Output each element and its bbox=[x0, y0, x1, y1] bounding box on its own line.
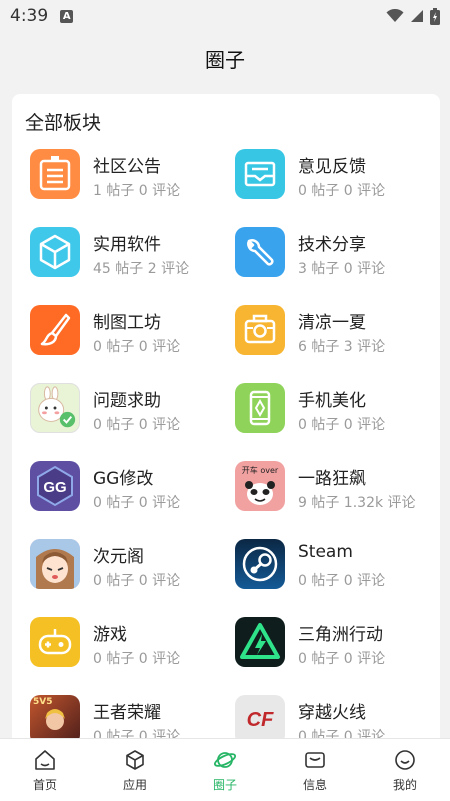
honor-of-kings-badge: 5V5 bbox=[33, 697, 53, 707]
board-name: 手机美化 bbox=[298, 391, 366, 411]
board-item[interactable]: GG GG修改 0 帖子 0 评论 bbox=[30, 461, 230, 521]
section-title: 全部板块 bbox=[25, 112, 102, 134]
nav-home[interactable]: 首页 bbox=[0, 739, 90, 801]
board-item[interactable]: 三角洲行动 0 帖子 0 评论 bbox=[235, 617, 435, 677]
page-title: 圈子 bbox=[205, 47, 245, 72]
board-name: GG修改 bbox=[93, 469, 154, 489]
status-bar: 4:39 A bbox=[0, 0, 450, 32]
board-name: 社区公告 bbox=[93, 157, 161, 177]
board-name: 清凉一夏 bbox=[298, 313, 366, 333]
planet-icon bbox=[213, 752, 237, 768]
phone-icon bbox=[235, 383, 285, 433]
board-item[interactable]: 次元阁 0 帖子 0 评论 bbox=[30, 539, 230, 599]
board-stats: 9 帖子 1.32k 评论 bbox=[298, 495, 416, 511]
app-header: 圈子 bbox=[0, 32, 450, 84]
board-item[interactable]: 制图工坊 0 帖子 0 评论 bbox=[30, 305, 230, 365]
board-item[interactable]: 社区公告 1 帖子 0 评论 bbox=[30, 149, 230, 209]
board-item[interactable]: 手机美化 0 帖子 0 评论 bbox=[235, 383, 435, 443]
crossfire-logo-text: CF bbox=[246, 708, 274, 731]
panda-meme-icon: 开车 over bbox=[235, 461, 285, 511]
board-stats: 0 帖子 0 评论 bbox=[93, 417, 181, 433]
nav-circle[interactable]: 圈子 bbox=[180, 739, 270, 801]
box-icon bbox=[126, 750, 144, 770]
nav-messages[interactable]: 信息 bbox=[270, 739, 360, 801]
board-stats: 1 帖子 0 评论 bbox=[93, 183, 181, 199]
nav-label: 首页 bbox=[32, 778, 57, 792]
board-name: 王者荣耀 bbox=[93, 703, 161, 723]
panda-meme-caption: 开车 over bbox=[241, 466, 279, 475]
board-stats: 0 帖子 0 评论 bbox=[298, 651, 386, 667]
board-item[interactable]: 开车 over 一路狂飙 9 帖子 1.32k 评论 bbox=[235, 461, 435, 521]
gg-logo-icon: GG bbox=[30, 461, 80, 511]
home-icon bbox=[35, 750, 55, 770]
smile-icon bbox=[395, 750, 415, 770]
brush-icon bbox=[30, 305, 80, 355]
signal-icon bbox=[411, 10, 423, 22]
board-item[interactable]: 清凉一夏 6 帖子 3 评论 bbox=[235, 305, 435, 365]
delta-force-icon bbox=[235, 617, 285, 667]
battery-icon bbox=[430, 7, 440, 25]
notice-board-icon bbox=[30, 149, 80, 199]
wrench-icon bbox=[235, 227, 285, 277]
board-name: 制图工坊 bbox=[93, 313, 161, 333]
nav-label: 圈子 bbox=[212, 778, 237, 792]
nav-profile[interactable]: 我的 bbox=[360, 739, 450, 801]
bunny-sticker-icon bbox=[30, 383, 80, 433]
board-name: 穿越火线 bbox=[298, 703, 366, 723]
board-item[interactable]: 游戏 0 帖子 0 评论 bbox=[30, 617, 230, 677]
message-icon bbox=[305, 752, 325, 768]
board-name: 三角洲行动 bbox=[298, 625, 383, 645]
anime-girl-icon bbox=[30, 539, 80, 589]
notification-icon: A bbox=[60, 9, 74, 23]
board-name: 游戏 bbox=[93, 625, 127, 645]
board-name: 一路狂飙 bbox=[298, 469, 366, 489]
svg-text:GG: GG bbox=[43, 479, 66, 496]
board-stats: 0 帖子 0 评论 bbox=[93, 495, 181, 511]
board-stats: 0 帖子 0 评论 bbox=[93, 339, 181, 355]
board-name: 意见反馈 bbox=[298, 157, 366, 177]
board-name: 技术分享 bbox=[298, 235, 366, 255]
board-item[interactable]: Steam 0 帖子 0 评论 bbox=[235, 539, 435, 599]
board-stats: 0 帖子 0 评论 bbox=[298, 417, 386, 433]
board-item[interactable]: 意见反馈 0 帖子 0 评论 bbox=[235, 149, 435, 209]
board-name: 问题求助 bbox=[93, 391, 161, 411]
board-stats: 45 帖子 2 评论 bbox=[93, 261, 190, 277]
board-name: 次元阁 bbox=[93, 547, 144, 567]
nav-label: 信息 bbox=[302, 778, 327, 792]
nav-apps[interactable]: 应用 bbox=[90, 739, 180, 801]
nav-label: 我的 bbox=[392, 778, 417, 792]
board-stats: 0 帖子 0 评论 bbox=[93, 651, 181, 667]
nav-label: 应用 bbox=[122, 778, 147, 792]
camera-icon bbox=[235, 305, 285, 355]
board-item[interactable]: 问题求助 0 帖子 0 评论 bbox=[30, 383, 230, 443]
status-time: 4:39 bbox=[10, 6, 49, 26]
board-stats: 3 帖子 0 评论 bbox=[298, 261, 386, 277]
board-stats: 0 帖子 0 评论 bbox=[298, 183, 386, 199]
board-item[interactable]: 实用软件 45 帖子 2 评论 bbox=[30, 227, 230, 287]
gamepad-icon bbox=[30, 617, 80, 667]
cube-icon bbox=[30, 227, 80, 277]
boards-card: 全部板块 社区公告 1 帖子 0 评论 意见反馈 0 帖子 0 评论 实用软件 … bbox=[12, 94, 440, 754]
board-item[interactable]: 技术分享 3 帖子 0 评论 bbox=[235, 227, 435, 287]
board-stats: 6 帖子 3 评论 bbox=[298, 339, 386, 355]
board-stats: 0 帖子 0 评论 bbox=[93, 573, 181, 589]
board-stats: 0 帖子 0 评论 bbox=[298, 573, 386, 589]
board-name: 实用软件 bbox=[93, 235, 161, 255]
board-name: Steam bbox=[298, 542, 353, 562]
mail-icon bbox=[235, 149, 285, 199]
wifi-icon bbox=[386, 9, 404, 22]
bottom-nav: 首页 应用 圈子 信息 我的 bbox=[0, 738, 450, 801]
steam-logo-icon bbox=[235, 539, 285, 589]
